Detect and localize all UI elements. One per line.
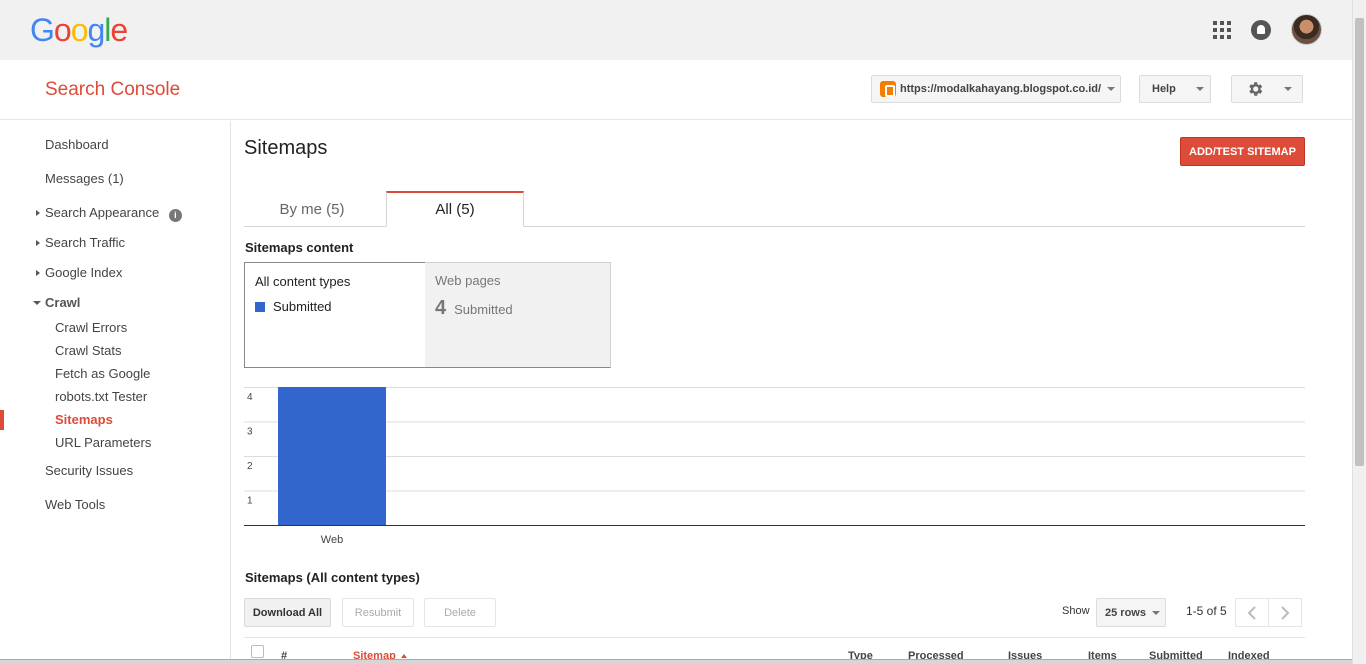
chevron-down-icon [1107, 87, 1116, 91]
collapse-arrow-icon [33, 301, 41, 305]
settings-button[interactable] [1231, 75, 1303, 103]
chart-legend: Submitted [255, 299, 332, 314]
page-title: Sitemaps [244, 137, 328, 159]
site-url: https://modalkahayang.blogspot.co.id/ [900, 83, 1102, 95]
sidebar-item-sitemaps[interactable]: Sitemaps [55, 412, 113, 427]
chevron-right-icon [1280, 605, 1289, 620]
sidebar-item-crawl-errors[interactable]: Crawl Errors [55, 320, 127, 335]
sidebar: Dashboard Messages (1) Search Appearance… [0, 121, 231, 664]
content-type-web-label: Web pages [435, 273, 501, 288]
sidebar-item-crawl[interactable]: Crawl [33, 295, 81, 310]
resubmit-button[interactable]: Resubmit [342, 598, 414, 627]
sidebar-item-url-parameters[interactable]: URL Parameters [55, 435, 151, 450]
sidebar-item-label: Search Traffic [45, 235, 125, 250]
sidebar-item-label: Search Appearance [45, 205, 160, 220]
previous-page-button[interactable] [1235, 598, 1269, 627]
logo-letter: o [53, 12, 72, 48]
pagination-range: 1-5 of 5 [1186, 604, 1227, 618]
web-submitted-label: Submitted [454, 302, 513, 317]
site-selector[interactable]: https://modalkahayang.blogspot.co.id/ [871, 75, 1121, 103]
logo-letter: e [110, 12, 128, 48]
sidebar-item-label: Crawl [45, 295, 81, 310]
active-indicator [0, 410, 4, 430]
sidebar-item-security-issues[interactable]: Security Issues [45, 463, 133, 478]
chart-bar [278, 387, 386, 525]
y-tick-label: 1 [247, 496, 253, 507]
legend-label: Submitted [273, 299, 332, 314]
google-bar: Google [0, 0, 1366, 60]
show-label: Show [1062, 605, 1090, 617]
rows-per-page-select[interactable]: 25 rows [1096, 598, 1166, 627]
chevron-down-icon [1284, 87, 1292, 91]
logo-letter: G [30, 12, 55, 48]
product-title[interactable]: Search Console [45, 79, 180, 101]
y-tick-label: 2 [247, 461, 253, 472]
chevron-down-icon [1151, 610, 1160, 615]
web-submitted-count: 4 [435, 297, 447, 319]
content-type-all-label: All content types [255, 274, 351, 289]
bottom-edge [0, 659, 1352, 664]
apps-icon[interactable] [1213, 20, 1231, 39]
blogger-icon [880, 81, 896, 97]
page-scrollbar[interactable] [1352, 0, 1366, 664]
add-test-sitemap-button[interactable]: ADD/TEST SITEMAP [1180, 137, 1305, 166]
account-avatar[interactable] [1291, 14, 1322, 45]
y-tick-label: 3 [247, 427, 253, 438]
legend-swatch [255, 301, 265, 312]
chevron-down-icon [1195, 87, 1204, 91]
help-button[interactable]: Help [1139, 75, 1211, 103]
expand-arrow-icon [36, 270, 40, 276]
google-bar-icons [1213, 14, 1322, 45]
sidebar-item-crawl-stats[interactable]: Crawl Stats [55, 343, 121, 358]
scrollbar-thumb[interactable] [1355, 18, 1364, 466]
sidebar-item-robots-tester[interactable]: robots.txt Tester [55, 389, 147, 404]
sidebar-item-label: Google Index [45, 265, 123, 280]
sidebar-item-dashboard[interactable]: Dashboard [45, 137, 109, 152]
sidebar-item-search-traffic[interactable]: Search Traffic [36, 235, 125, 250]
content-type-all[interactable]: All content types Submitted [244, 262, 426, 368]
tab-all[interactable]: All (5) [386, 191, 524, 227]
select-all-checkbox[interactable] [251, 645, 264, 658]
logo-letter: g [87, 12, 105, 48]
sidebar-item-search-appearance[interactable]: Search Appearance i [36, 205, 182, 222]
next-page-button[interactable] [1268, 598, 1302, 627]
sidebar-item-google-index[interactable]: Google Index [36, 265, 123, 280]
x-tick-label: Web [321, 534, 343, 546]
sidebar-item-web-tools[interactable]: Web Tools [45, 497, 105, 512]
gear-icon [1249, 82, 1263, 96]
sort-ascending-icon [400, 654, 407, 658]
google-logo[interactable]: Google [30, 12, 128, 49]
info-icon[interactable]: i [168, 209, 182, 222]
content-type-web-stat: 4 Submitted [435, 297, 513, 320]
help-label: Help [1152, 83, 1176, 95]
expand-arrow-icon [36, 210, 40, 216]
logo-letter: o [70, 12, 89, 48]
tab-by-me[interactable]: By me (5) [244, 191, 380, 227]
sidebar-item-messages[interactable]: Messages (1) [45, 171, 124, 186]
chevron-left-icon [1247, 605, 1256, 620]
sitemaps-table-heading: Sitemaps (All content types) [245, 570, 420, 585]
delete-button[interactable]: Delete [424, 598, 496, 627]
sitemaps-content-heading: Sitemaps content [245, 240, 354, 255]
expand-arrow-icon [36, 240, 40, 246]
console-header: Search Console https://modalkahayang.blo… [0, 60, 1352, 120]
sidebar-item-fetch-as-google[interactable]: Fetch as Google [55, 366, 150, 381]
notifications-icon[interactable] [1251, 19, 1271, 40]
submitted-chart: 1 2 3 4 Web [244, 387, 1305, 546]
y-tick-label: 4 [247, 392, 253, 403]
download-all-button[interactable]: Download All [244, 598, 331, 627]
content-type-web[interactable]: Web pages 4 Submitted [425, 262, 611, 368]
rows-per-page-value: 25 rows [1105, 606, 1146, 619]
